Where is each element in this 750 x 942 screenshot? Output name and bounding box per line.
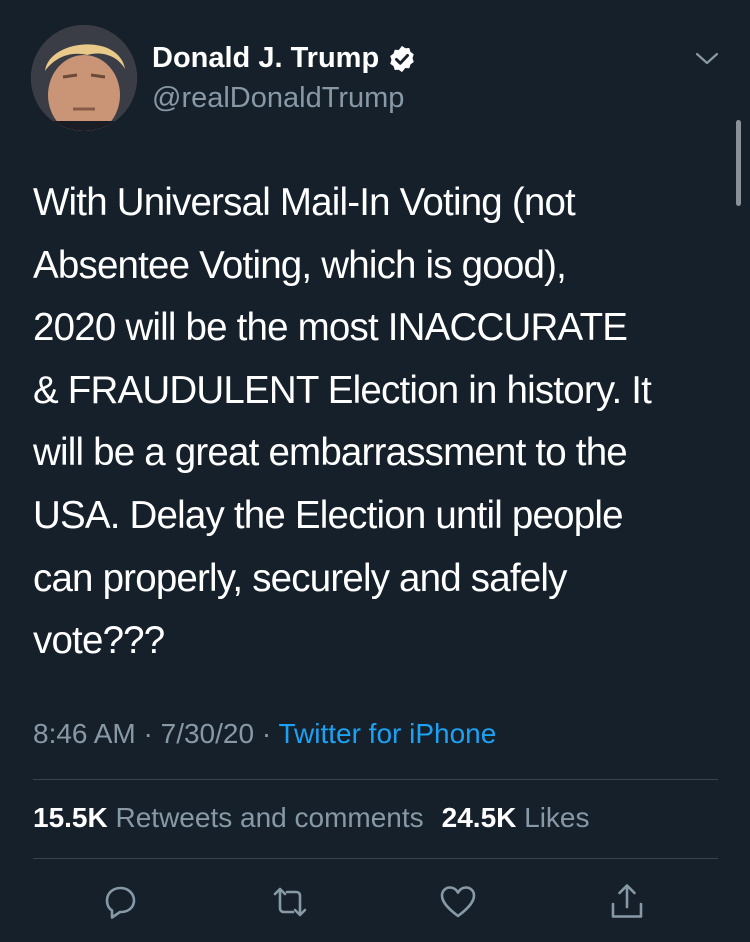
scrollbar[interactable] — [736, 120, 741, 206]
meta-separator: · — [135, 718, 161, 749]
avatar[interactable] — [31, 25, 137, 131]
retweet-icon[interactable] — [268, 880, 312, 924]
display-name[interactable]: Donald J. Trump — [152, 42, 379, 75]
likes-count: 24.5K — [441, 802, 517, 833]
author-handle[interactable]: @realDonaldTrump — [152, 82, 404, 115]
tweet-stats: 15.5K Retweets and comments 24.5K Likes — [33, 802, 590, 834]
retweets-stat[interactable]: 15.5K Retweets and comments — [33, 802, 424, 834]
like-icon[interactable] — [436, 880, 480, 924]
retweets-label: Retweets and comments — [115, 802, 424, 833]
tweet-time[interactable]: 8:46 AM — [33, 718, 136, 749]
author-name-row[interactable]: Donald J. Trump — [152, 42, 417, 75]
chevron-down-icon[interactable] — [694, 48, 720, 68]
reply-icon[interactable] — [98, 880, 142, 924]
retweets-count: 15.5K — [33, 802, 108, 833]
tweet-source-link[interactable]: Twitter for iPhone — [278, 718, 496, 749]
divider — [33, 858, 718, 859]
divider — [33, 779, 718, 780]
share-icon[interactable] — [605, 880, 649, 924]
verified-badge-icon — [387, 44, 417, 74]
tweet-detail: Donald J. Trump @realDonaldTrump With Un… — [0, 0, 750, 942]
tweet-text: With Universal Mail-In Voting (not Absen… — [33, 181, 652, 663]
meta-separator: · — [254, 718, 279, 749]
tweet-date[interactable]: 7/30/20 — [161, 718, 254, 749]
action-bar — [0, 880, 750, 924]
likes-stat[interactable]: 24.5K Likes — [442, 802, 590, 834]
tweet-meta: 8:46 AM · 7/30/20 · Twitter for iPhone — [33, 718, 496, 750]
likes-label: Likes — [524, 802, 590, 833]
